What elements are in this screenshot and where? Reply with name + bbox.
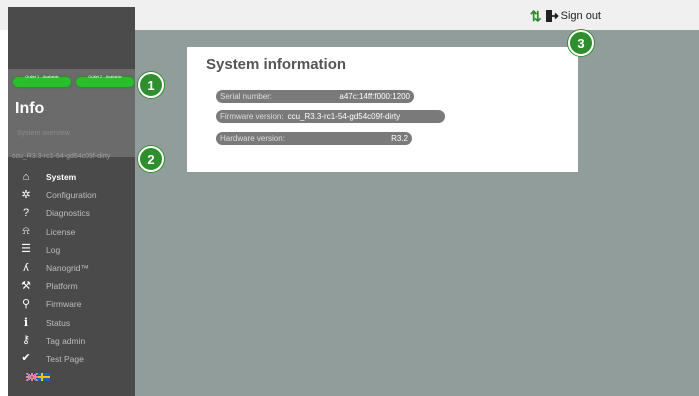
sidebar-item-label: Test Page bbox=[46, 353, 84, 364]
callout-badge-3: 3 bbox=[568, 30, 594, 56]
sidebar-header-area bbox=[8, 7, 135, 69]
serial-number-label: Serial number: bbox=[220, 92, 273, 101]
sidebar-nav: ⌂ System ✲ Configuration ? Diagnostics ⍾… bbox=[8, 168, 135, 368]
sidebar-item-label: Platform bbox=[46, 281, 78, 292]
sidebar-item-label: Tag admin bbox=[46, 335, 86, 346]
hardware-version-label: Hardware version: bbox=[220, 134, 285, 143]
firmware-version-field: Firmware version: ccu_R3.3-rc1-54-gd54c0… bbox=[216, 110, 445, 123]
sidebar: Outlet 1 - Available Outlet 2 - Availabl… bbox=[8, 7, 135, 396]
home-icon: ⌂ bbox=[22, 170, 30, 183]
serial-number-field: Serial number: a47c:14ff:f000:1200 bbox=[216, 90, 414, 103]
sidebar-item-label: System bbox=[46, 172, 77, 183]
callout-badge-1: 1 bbox=[138, 72, 164, 98]
hardware-version-field: Hardware version: R3.2 bbox=[216, 132, 412, 145]
chip-icon: ⚲ bbox=[21, 297, 31, 310]
sidebar-item-label: Diagnostics bbox=[46, 208, 90, 219]
sidebar-item-nanogrid[interactable]: ʎ Nanogrid™ bbox=[8, 259, 135, 277]
check-icon: ✔ bbox=[21, 352, 31, 365]
sidebar-item-log[interactable]: ☰ Log bbox=[8, 241, 135, 259]
sidebar-item-status[interactable]: i Status bbox=[8, 314, 135, 332]
list-icon: ☰ bbox=[21, 243, 31, 256]
sidebar-item-label: Nanogrid™ bbox=[46, 263, 89, 274]
main-content: System information Serial number: a47c:1… bbox=[135, 30, 699, 396]
sidebar-item-label: Configuration bbox=[46, 190, 97, 201]
sidebar-item-system[interactable]: ⌂ System bbox=[8, 168, 135, 186]
firmware-version-value: ccu_R3.3-rc1-54-gd54c09f-dirty bbox=[287, 112, 401, 121]
outlet-2-label: Outlet 2 - Available bbox=[88, 74, 122, 79]
sign-out-icon bbox=[545, 10, 559, 22]
software-version: ccu_R3.3-rc1-54-gd54c09f-dirty bbox=[12, 153, 111, 160]
info-icon: i bbox=[23, 316, 29, 330]
system-information-panel: System information Serial number: a47c:1… bbox=[187, 47, 578, 172]
sign-out-label: Sign out bbox=[560, 10, 601, 22]
nanogrid-icon: ʎ bbox=[23, 261, 29, 274]
sidebar-item-configuration[interactable]: ✲ Configuration bbox=[8, 186, 135, 204]
panel-title: System information bbox=[206, 56, 347, 73]
sidebar-item-test-page[interactable]: ✔ Test Page bbox=[8, 350, 135, 368]
question-icon: ? bbox=[22, 206, 30, 219]
outlet-1-label: Outlet 1 - Available bbox=[25, 74, 59, 79]
serial-number-value: a47c:14ff:f000:1200 bbox=[339, 92, 410, 101]
gear-icon: ✲ bbox=[21, 188, 31, 201]
sidebar-item-label: Log bbox=[46, 244, 61, 255]
tag-icon: ⚷ bbox=[21, 334, 31, 347]
sync-arrows-icon[interactable]: ⇅ bbox=[530, 9, 542, 23]
firmware-version-label: Firmware version: bbox=[220, 112, 284, 121]
top-actions: ⇅ Sign out bbox=[530, 7, 601, 25]
page-title: Info bbox=[15, 100, 45, 117]
sidebar-item-platform[interactable]: ⚒ Platform bbox=[8, 277, 135, 295]
sidebar-item-tag-admin[interactable]: ⚷ Tag admin bbox=[8, 332, 135, 350]
outlet-status-panel: Outlet 1 - Available Outlet 2 - Availabl… bbox=[8, 69, 135, 157]
outlet-2-status[interactable]: Outlet 2 - Available bbox=[76, 74, 134, 87]
page-subtitle: System overview bbox=[17, 130, 70, 137]
hardware-version-value: R3.2 bbox=[391, 134, 408, 143]
swedish-flag-icon[interactable] bbox=[38, 373, 50, 381]
lock-icon: ⍾ bbox=[22, 225, 30, 238]
callout-badge-2: 2 bbox=[138, 146, 164, 172]
sidebar-item-label: License bbox=[46, 226, 76, 237]
sign-out-button[interactable]: Sign out bbox=[545, 9, 601, 23]
sidebar-item-label: Firmware bbox=[46, 299, 82, 310]
wrench-icon: ⚒ bbox=[21, 279, 31, 292]
sidebar-item-firmware[interactable]: ⚲ Firmware bbox=[8, 295, 135, 313]
outlet-1-status[interactable]: Outlet 1 - Available bbox=[13, 74, 71, 87]
language-selector bbox=[26, 373, 50, 381]
uk-flag-icon[interactable] bbox=[26, 373, 38, 381]
sidebar-item-diagnostics[interactable]: ? Diagnostics bbox=[8, 204, 135, 222]
sidebar-item-license[interactable]: ⍾ License bbox=[8, 223, 135, 241]
sidebar-item-label: Status bbox=[46, 317, 71, 328]
